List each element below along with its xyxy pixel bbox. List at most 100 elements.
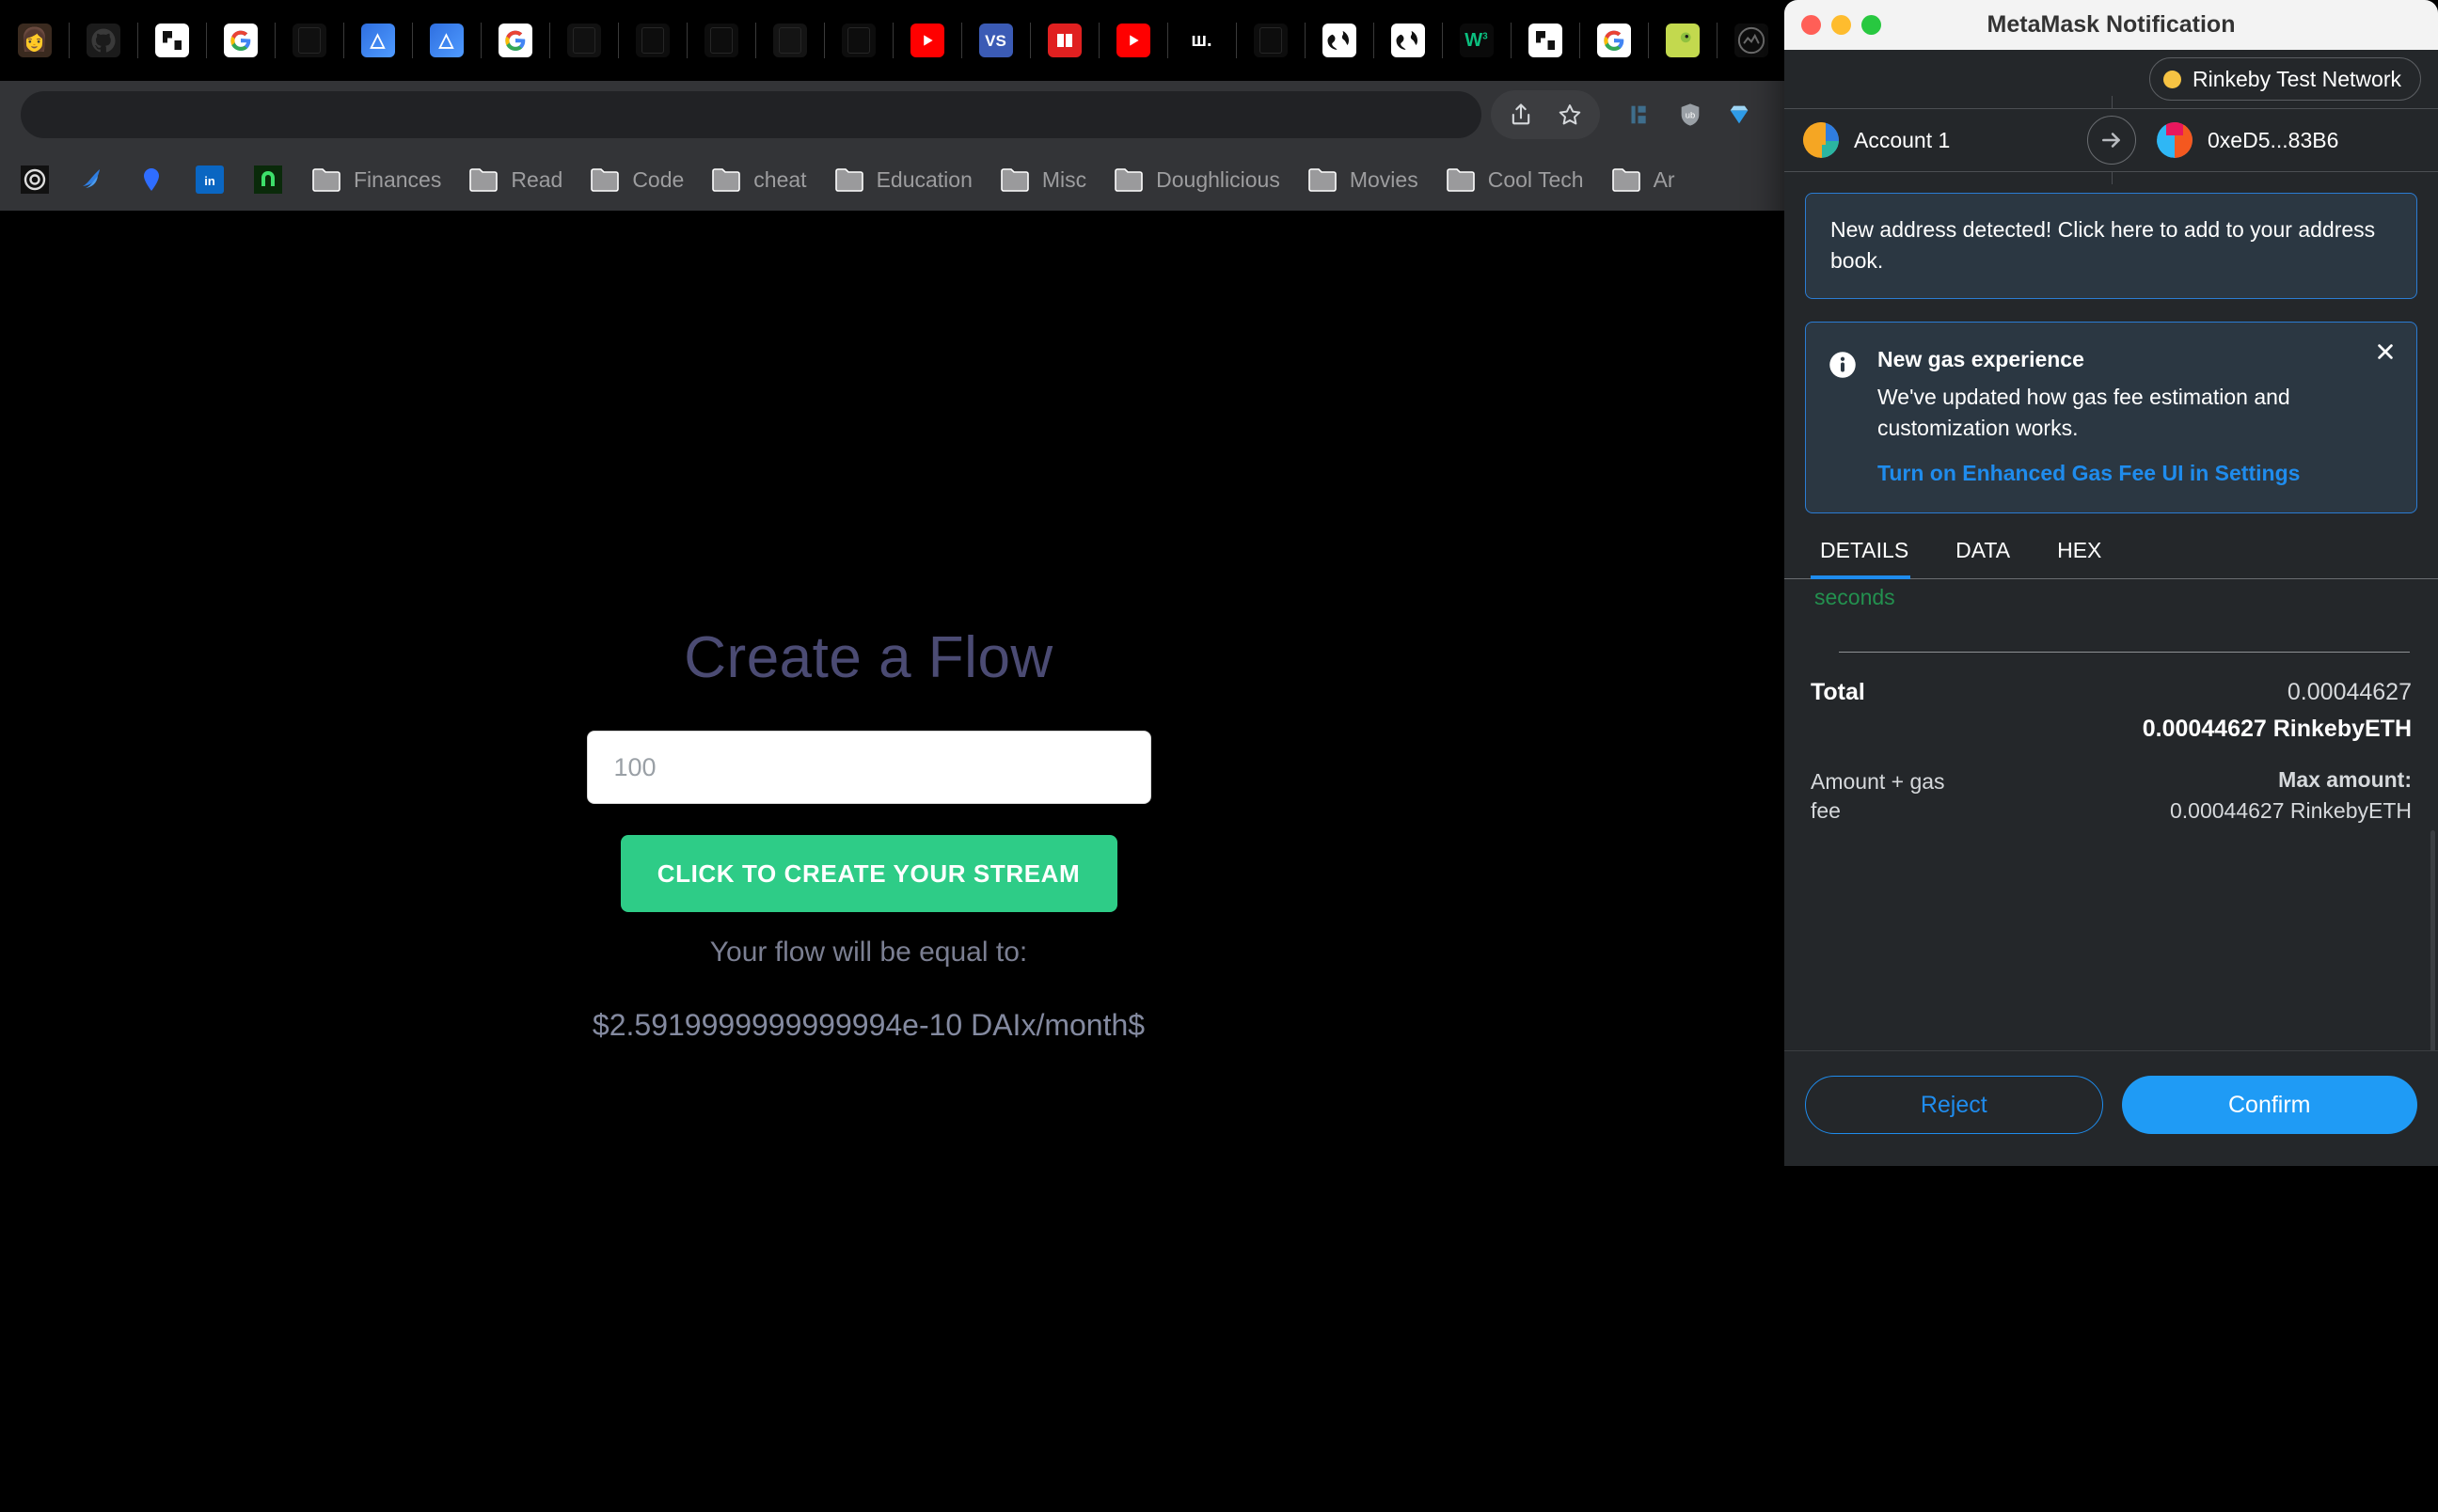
address-bar-input[interactable] bbox=[21, 91, 1481, 138]
folder-icon bbox=[1445, 164, 1477, 196]
tab-details[interactable]: DETAILS bbox=[1811, 538, 1922, 580]
tab-google-1[interactable] bbox=[206, 9, 275, 71]
bookmark-label: Read bbox=[511, 166, 563, 192]
tab-dark-1[interactable] bbox=[275, 9, 343, 71]
bookmark-label: Code bbox=[632, 166, 685, 192]
ublock-shield-icon[interactable]: ub bbox=[1666, 90, 1715, 139]
bookmark-folder-cool-tech[interactable]: Cool Tech bbox=[1432, 158, 1597, 201]
tab-dark-4[interactable] bbox=[687, 9, 755, 71]
tab-dark-7[interactable] bbox=[1236, 9, 1305, 71]
sender-account[interactable]: Account 1 bbox=[1784, 122, 1950, 158]
notion-icon bbox=[154, 24, 189, 57]
tab-globe-1[interactable] bbox=[1305, 9, 1373, 71]
tab-coinmarketcap[interactable] bbox=[1717, 9, 1785, 71]
tab-youtube-2[interactable] bbox=[1099, 9, 1167, 71]
tab-hex[interactable]: HEX bbox=[2048, 538, 2114, 578]
tab-shell[interactable]: ш. bbox=[1167, 9, 1236, 71]
blank-dark-icon bbox=[841, 24, 876, 57]
bookmark-site-1[interactable] bbox=[64, 158, 122, 201]
tab-dark-5[interactable] bbox=[755, 9, 824, 71]
tab-aave-2[interactable]: △ bbox=[412, 9, 481, 71]
bookmark-site-4[interactable] bbox=[239, 158, 297, 201]
tab-w3[interactable]: W3 bbox=[1442, 9, 1511, 71]
shell-icon: ш. bbox=[1184, 24, 1219, 57]
aave-icon: △ bbox=[429, 24, 464, 57]
tab-github[interactable] bbox=[69, 9, 137, 71]
tab-data[interactable]: DATA bbox=[1946, 538, 2023, 578]
new-address-alert[interactable]: New address detected! Click here to add … bbox=[1805, 193, 2417, 299]
bookmark-label: Movies bbox=[1349, 166, 1418, 192]
bookmark-folder-doughlicious[interactable]: Doughlicious bbox=[1100, 158, 1293, 201]
bookmark-folder-education[interactable]: Education bbox=[820, 158, 986, 201]
network-status-dot bbox=[2163, 70, 2181, 88]
bookmark-folder-finances[interactable]: Finances bbox=[297, 158, 454, 201]
youtube-icon bbox=[1116, 24, 1150, 57]
page-content: Create a Flow CLICK TO CREATE YOUR STREA… bbox=[0, 211, 1784, 1512]
aave-icon: △ bbox=[360, 24, 395, 57]
bookmark-folder-read[interactable]: Read bbox=[454, 158, 576, 201]
bookmark-folder-movies[interactable]: Movies bbox=[1293, 158, 1432, 201]
tab-globe-2[interactable] bbox=[1373, 9, 1442, 71]
bookmark-label: Misc bbox=[1041, 166, 1087, 192]
tab-parrot[interactable] bbox=[1648, 9, 1717, 71]
bookmark-site-2[interactable] bbox=[122, 158, 181, 201]
bookmark-folder-code[interactable]: Code bbox=[576, 158, 697, 201]
sender-avatar bbox=[1803, 122, 1839, 158]
flow-rate-value: $2.5919999999999994e-10 DAIx/month$ bbox=[592, 1008, 1146, 1042]
share-icon[interactable] bbox=[1496, 90, 1545, 139]
arrow-right-icon bbox=[2086, 116, 2136, 165]
bookmarks-bar: in Finances Read Code cheat Education Misc Doug… bbox=[0, 149, 1784, 211]
create-flow-panel: Create a Flow CLICK TO CREATE YOUR STREA… bbox=[0, 211, 1737, 1043]
reject-button[interactable]: Reject bbox=[1805, 1076, 2103, 1134]
tab-google-3[interactable] bbox=[1579, 9, 1648, 71]
tab-youtube-1[interactable] bbox=[893, 9, 961, 71]
info-icon bbox=[1828, 351, 1857, 379]
folder-icon bbox=[469, 168, 499, 192]
totals-section: Total 0.00044627 0.00044627 RinkebyETH A… bbox=[1805, 653, 2417, 826]
amount-plus-gas-label: Amount + gas fee bbox=[1811, 769, 1945, 824]
recipient-account[interactable]: 0xeD5...83B6 bbox=[2157, 122, 2338, 158]
tab-aave-1[interactable]: △ bbox=[343, 9, 412, 71]
details-scrollbar[interactable] bbox=[2430, 830, 2435, 1050]
folder-icon bbox=[312, 168, 340, 192]
tab-notion-2[interactable] bbox=[1511, 9, 1579, 71]
spiral-icon bbox=[19, 164, 51, 196]
gem-icon[interactable] bbox=[1715, 90, 1764, 139]
tab-google-2[interactable] bbox=[481, 9, 549, 71]
google-icon bbox=[223, 24, 258, 57]
transaction-details: seconds Total 0.00044627 0.00044627 Rink… bbox=[1805, 579, 2417, 826]
gas-notice-title: New gas experience bbox=[1877, 346, 2084, 371]
tab-visual-studio[interactable]: VS bbox=[961, 9, 1030, 71]
gas-experience-notice: New gas experience We've updated how gas… bbox=[1805, 321, 2417, 514]
bookmark-star-icon[interactable] bbox=[1545, 90, 1594, 139]
network-selector[interactable]: Rinkeby Test Network bbox=[2149, 57, 2421, 101]
close-icon[interactable] bbox=[2371, 338, 2399, 366]
blank-dark-icon bbox=[292, 24, 326, 57]
tab-avatar[interactable]: 👩 bbox=[0, 9, 69, 71]
blank-dark-icon bbox=[635, 24, 670, 57]
max-amount-row: Amount + gas fee Max amount: 0.00044627 … bbox=[1811, 767, 2412, 826]
bookmark-folder-misc[interactable]: Misc bbox=[986, 158, 1100, 201]
blank-dark-icon bbox=[566, 24, 601, 57]
enhanced-gas-ui-link[interactable]: Turn on Enhanced Gas Fee UI in Settings bbox=[1877, 461, 2300, 486]
bookmark-site-0[interactable] bbox=[6, 158, 64, 201]
blank-dark-icon bbox=[704, 24, 738, 57]
tab-dark-3[interactable] bbox=[618, 9, 687, 71]
extension-bars-icon[interactable] bbox=[1617, 90, 1666, 139]
page-title: Create a Flow bbox=[684, 625, 1053, 690]
bookmark-folder-cheat[interactable]: cheat bbox=[697, 158, 819, 201]
create-stream-button[interactable]: CLICK TO CREATE YOUR STREAM bbox=[620, 835, 1117, 912]
address-bar[interactable] bbox=[21, 91, 1481, 138]
bookmark-folder-ar[interactable]: Ar bbox=[1597, 158, 1688, 201]
tab-dark-2[interactable] bbox=[549, 9, 618, 71]
browser-toolbar: ub bbox=[0, 81, 1784, 149]
tab-notion[interactable] bbox=[137, 9, 206, 71]
tab-dark-6[interactable] bbox=[824, 9, 893, 71]
flow-amount-input[interactable] bbox=[586, 731, 1151, 804]
tab-book[interactable] bbox=[1030, 9, 1099, 71]
folder-icon bbox=[467, 164, 499, 196]
confirm-button[interactable]: Confirm bbox=[2121, 1076, 2417, 1134]
blank-dark-icon bbox=[772, 24, 807, 57]
bookmark-site-3[interactable]: in bbox=[181, 158, 239, 201]
w3-icon: W3 bbox=[1459, 24, 1494, 57]
